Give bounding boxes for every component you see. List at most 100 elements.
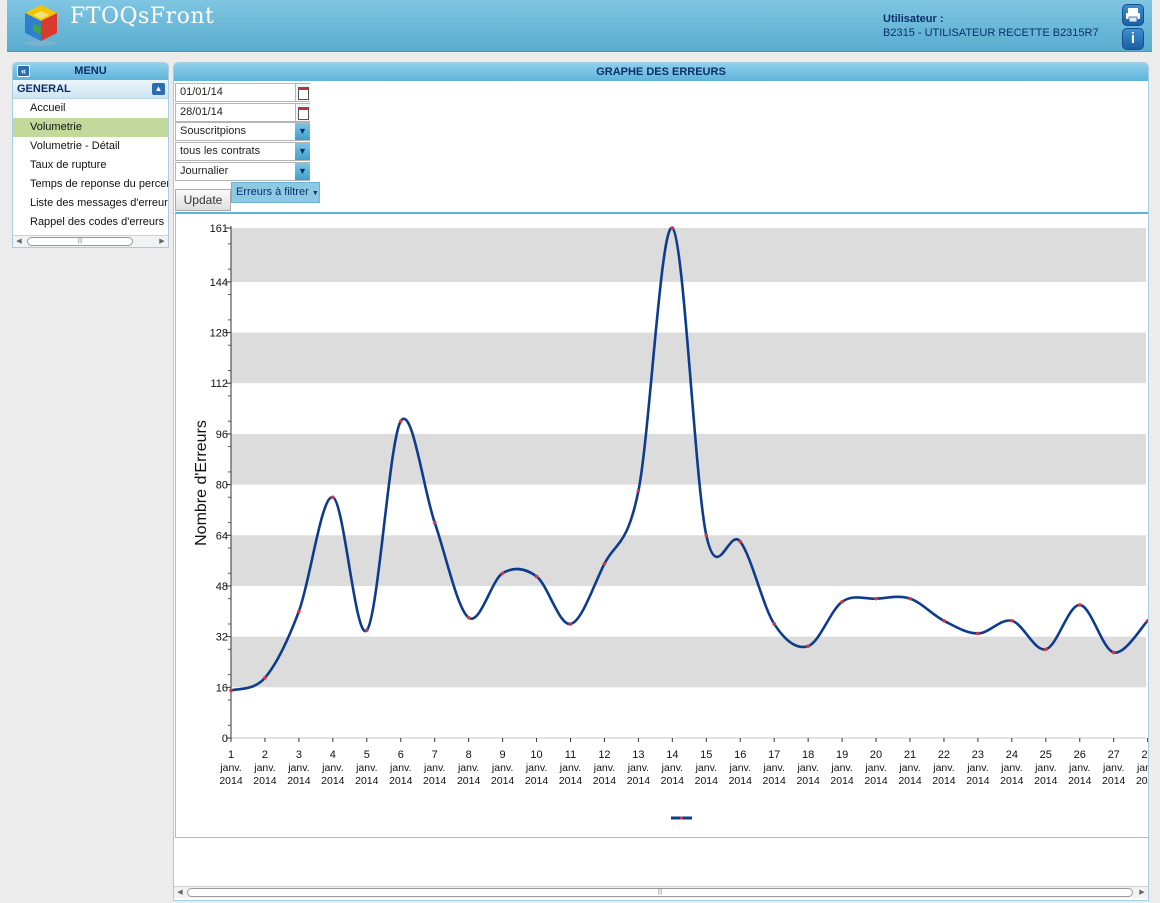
data-point — [704, 533, 709, 538]
printer-icon[interactable] — [1122, 4, 1144, 26]
info-icon[interactable]: i — [1122, 28, 1144, 50]
sidebar-item-volumetrie[interactable]: Volumetrie — [13, 118, 168, 137]
errors-filter-label: Erreurs à filtrer — [236, 186, 309, 198]
sidebar-title: MENU — [74, 65, 107, 77]
contracts-select[interactable]: tous les contrats ▼ — [175, 142, 310, 161]
scroll-left-icon[interactable]: ◀ — [175, 888, 185, 897]
x-tick-label: 2014 — [1034, 775, 1058, 787]
y-tick-label: 161 — [210, 223, 228, 235]
data-point — [263, 676, 267, 680]
x-tick-label: 2014 — [864, 775, 888, 787]
y-tick-label: 144 — [210, 277, 228, 289]
sidebar-item-accueil[interactable]: Accueil — [13, 99, 168, 118]
update-button[interactable]: Update — [175, 189, 231, 211]
data-point — [908, 596, 912, 601]
x-tick-label: janv. — [898, 762, 920, 774]
x-tick-label: 2014 — [321, 775, 345, 787]
x-tick-label: 2014 — [525, 775, 549, 787]
x-tick-label: janv. — [762, 762, 784, 774]
scroll-right-icon[interactable]: ▶ — [1137, 888, 1147, 897]
data-point — [466, 615, 471, 620]
x-tick-label: 15 — [700, 749, 712, 761]
x-tick-label: 2014 — [253, 775, 277, 787]
data-point — [365, 628, 369, 633]
data-point — [840, 599, 844, 604]
x-tick-label: 12 — [598, 749, 610, 761]
calendar-icon[interactable] — [295, 84, 310, 101]
x-tick-label: 2014 — [695, 775, 719, 787]
sidebar-item-taux-de-rupture[interactable]: Taux de rupture — [13, 156, 168, 175]
x-tick-label: 2014 — [593, 775, 617, 787]
panel-horizontal-scrollbar[interactable]: ◀ ||| ▶ — [174, 886, 1148, 898]
sidebar-item-rappel-codes-erreurs[interactable]: Rappel des codes d'erreurs — [13, 213, 168, 232]
x-tick-label: 2014 — [932, 775, 956, 787]
errors-graph-panel: GRAPHE DES ERREURS 01/01/14 28/01/14 Sou… — [173, 62, 1149, 901]
errors-filter-dropdown[interactable]: Erreurs à filtrer ▼ — [231, 182, 320, 203]
data-point — [772, 622, 776, 626]
collapse-group-icon[interactable]: ▲ — [152, 83, 165, 95]
x-tick-label: janv. — [661, 762, 683, 774]
grid-band — [231, 535, 1146, 586]
x-tick-label: 2014 — [966, 775, 990, 787]
data-point — [1010, 618, 1014, 623]
data-point — [500, 571, 505, 576]
sidebar-header: « MENU — [13, 63, 168, 80]
sidebar-item-temps-de-reponse[interactable]: Temps de reponse du percen — [13, 175, 168, 194]
x-tick-label: 2014 — [219, 775, 243, 787]
x-tick-label: janv. — [1000, 762, 1022, 774]
x-tick-label: janv. — [796, 762, 818, 774]
data-point — [670, 226, 675, 230]
collapse-sidebar-icon[interactable]: « — [17, 65, 30, 77]
scroll-right-icon[interactable]: ▶ — [157, 237, 167, 246]
x-tick-label: janv. — [1068, 762, 1090, 774]
period-select-value: Journalier — [180, 165, 229, 177]
x-tick-label: 8 — [466, 749, 472, 761]
x-tick-label: 28 — [1142, 749, 1148, 761]
y-axis-label: Nombre d'Erreurs — [193, 420, 210, 546]
period-select[interactable]: Journalier ▼ — [175, 162, 310, 181]
x-tick-label: 17 — [768, 749, 780, 761]
type-select[interactable]: Souscritpions ▼ — [175, 122, 310, 141]
y-tick-label: 0 — [222, 733, 228, 745]
y-tick-label: 96 — [216, 429, 228, 441]
x-tick-label: 18 — [802, 749, 814, 761]
x-tick-label: 26 — [1074, 749, 1086, 761]
data-point — [229, 688, 233, 693]
data-point — [1111, 650, 1116, 655]
data-point — [1077, 603, 1082, 607]
chevron-down-icon[interactable]: ▼ — [295, 163, 310, 180]
x-tick-label: 5 — [364, 749, 370, 761]
x-tick-label: janv. — [287, 762, 309, 774]
end-date-value: 28/01/14 — [180, 106, 223, 118]
sidebar-item-volumetrie-detail[interactable]: Volumetrie - Détail — [13, 137, 168, 156]
data-point — [568, 622, 573, 626]
sidebar-menu: « MENU GENERAL ▲ Accueil Volumetrie Volu… — [12, 62, 169, 248]
end-date-field[interactable]: 28/01/14 — [175, 103, 310, 122]
scrollbar-thumb[interactable]: ||| — [27, 237, 133, 246]
sidebar-item-liste-messages-erreurs[interactable]: Liste des messages d'erreurs — [13, 194, 168, 213]
y-tick-label: 80 — [216, 480, 228, 492]
calendar-icon[interactable] — [295, 104, 310, 121]
data-point — [398, 419, 403, 424]
x-tick-label: janv. — [457, 762, 479, 774]
scrollbar-thumb[interactable]: ||| — [187, 888, 1133, 897]
data-point — [636, 489, 641, 493]
x-tick-label: janv. — [729, 762, 751, 774]
line-chart: 0163248648096112128144161Nombre d'Erreur… — [193, 223, 1148, 820]
x-tick-label: 14 — [666, 749, 678, 761]
x-tick-label: janv. — [423, 762, 445, 774]
chevron-down-icon[interactable]: ▼ — [295, 143, 310, 160]
menu-group-general[interactable]: GENERAL ▲ — [13, 80, 168, 99]
scroll-left-icon[interactable]: ◀ — [14, 237, 24, 246]
x-tick-label: 2014 — [457, 775, 481, 787]
sidebar-horizontal-scrollbar[interactable]: ◀ ||| ▶ — [13, 235, 168, 247]
x-tick-label: janv. — [491, 762, 513, 774]
x-tick-label: 2014 — [830, 775, 854, 787]
data-point — [602, 561, 607, 566]
start-date-field[interactable]: 01/01/14 — [175, 83, 310, 102]
data-point — [331, 495, 335, 500]
data-point — [534, 574, 539, 579]
chevron-down-icon[interactable]: ▼ — [295, 123, 310, 140]
data-point — [1044, 647, 1048, 652]
data-point — [297, 609, 301, 614]
